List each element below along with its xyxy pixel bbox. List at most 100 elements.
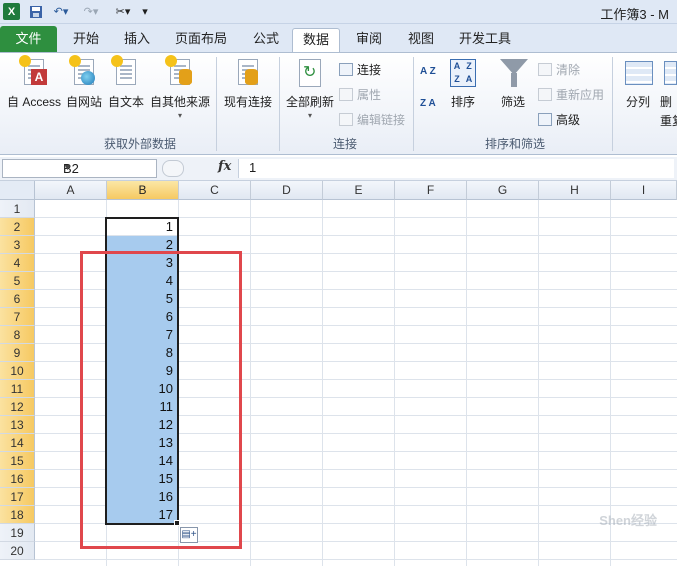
reapply-icon — [538, 88, 552, 101]
existing-connections-label: 现有连接 — [223, 95, 272, 109]
tab-file[interactable]: 文件 — [0, 26, 57, 52]
row-header-15[interactable]: 15 — [0, 452, 35, 470]
row-header-12[interactable]: 12 — [0, 398, 35, 416]
properties-button[interactable]: 属性 — [339, 86, 381, 103]
tab-formulas[interactable]: 公式 — [242, 28, 290, 52]
sort-button[interactable]: A Z Z A 排序 — [446, 57, 480, 110]
row-header-16[interactable]: 16 — [0, 470, 35, 488]
row-header-14[interactable]: 14 — [0, 434, 35, 452]
sort-grid-letter: A — [465, 74, 473, 84]
watermark-text: Shen经验 — [599, 513, 657, 528]
column-header-i[interactable]: I — [611, 181, 677, 200]
filter-funnel-icon — [498, 57, 528, 89]
name-box[interactable]: B2 ▼ — [2, 159, 157, 178]
window-title: 工作簿3 - M — [600, 7, 669, 22]
advanced-filter-button[interactable]: 高级 — [538, 111, 580, 128]
from-web-button[interactable]: 自网站 — [64, 55, 104, 110]
other-sources-icon — [165, 55, 195, 89]
sort-a-to-z-button[interactable]: A Z — [420, 67, 442, 87]
group-label-get-external: 获取外部数据 — [103, 137, 176, 151]
column-header-d[interactable]: D — [251, 181, 323, 200]
group-label-sort-filter: 排序和筛选 — [484, 137, 545, 151]
tab-review[interactable]: 审阅 — [345, 28, 393, 52]
row-header-7[interactable]: 7 — [0, 308, 35, 326]
sort-grid-letter: Z — [466, 61, 472, 71]
row-header-8[interactable]: 8 — [0, 326, 35, 344]
existing-connections-button[interactable]: 现有连接 — [220, 57, 276, 110]
tab-page-layout[interactable]: 页面布局 — [166, 28, 236, 52]
text-to-columns-button[interactable]: 分列 — [618, 57, 658, 110]
qat-customize-icon[interactable]: ▾ — [140, 3, 150, 20]
tab-developer[interactable]: 开发工具 — [452, 28, 518, 52]
row-header-17[interactable]: 17 — [0, 488, 35, 506]
refresh-all-button[interactable]: 全部刷新 ▾ — [283, 57, 337, 120]
from-web-label: 自网站 — [65, 95, 102, 109]
sort-grid-letter: Z — [454, 74, 460, 84]
row-header-13[interactable]: 13 — [0, 416, 35, 434]
sort-z-to-a-button[interactable]: Z A — [420, 99, 442, 119]
row-header-1[interactable]: 1 — [0, 200, 35, 218]
row-header-10[interactable]: 10 — [0, 362, 35, 380]
sort-z-to-a-icon: Z A — [420, 98, 436, 109]
edit-links-icon — [339, 113, 353, 126]
remove-duplicates-label-2: 重复 — [660, 114, 677, 128]
from-other-sources-button[interactable]: 自其他来源 ▾ — [148, 55, 212, 120]
remove-duplicates-button[interactable]: 删 重复 — [660, 57, 677, 129]
edit-links-label: 编辑链接 — [357, 113, 406, 127]
row-header-3[interactable]: 3 — [0, 236, 35, 254]
tab-insert[interactable]: 插入 — [113, 28, 161, 52]
from-access-label: 自 Access — [6, 95, 61, 109]
column-header-e[interactable]: E — [323, 181, 395, 200]
tab-home[interactable]: 开始 — [62, 28, 110, 52]
group-divider — [413, 57, 414, 151]
row-header-11[interactable]: 11 — [0, 380, 35, 398]
group-label-connections: 连接 — [332, 137, 357, 151]
row-header-19[interactable]: 19 — [0, 524, 35, 542]
annotation-box — [80, 251, 242, 549]
formula-bar-resize-handle[interactable] — [162, 160, 184, 177]
save-icon[interactable] — [28, 3, 43, 20]
existing-connections-icon — [233, 57, 263, 89]
row-header-18[interactable]: 18 — [0, 506, 35, 524]
row-header-2[interactable]: 2 — [0, 218, 35, 236]
group-divider — [279, 57, 280, 151]
reapply-label: 重新应用 — [556, 88, 605, 102]
filter-button[interactable]: 筛选 — [496, 57, 530, 110]
column-header-g[interactable]: G — [467, 181, 539, 200]
name-box-dropdown-icon[interactable]: ▼ — [63, 162, 153, 172]
reapply-button[interactable]: 重新应用 — [538, 86, 604, 103]
formula-input[interactable]: 1 — [238, 159, 674, 178]
row-header-6[interactable]: 6 — [0, 290, 35, 308]
redo-icon[interactable]: ↷▾ — [80, 3, 102, 20]
row-header-9[interactable]: 9 — [0, 344, 35, 362]
tab-data[interactable]: 数据 — [292, 28, 340, 52]
insert-function-icon[interactable]: fx — [218, 159, 231, 174]
refresh-icon — [295, 57, 325, 89]
clear-filter-button[interactable]: 清除 — [538, 61, 580, 78]
excel-logo-icon[interactable]: X — [3, 3, 20, 20]
row-header-20[interactable]: 20 — [0, 542, 35, 560]
advanced-label: 高级 — [556, 113, 581, 127]
connections-button[interactable]: 连接 — [339, 61, 381, 78]
tab-view[interactable]: 视图 — [397, 28, 445, 52]
clear-label: 清除 — [556, 63, 581, 77]
undo-icon[interactable]: ↶▾ — [50, 3, 72, 20]
column-header-c[interactable]: C — [179, 181, 251, 200]
column-header-h[interactable]: H — [539, 181, 611, 200]
title-bar: X ↶▾ ↷▾ ✂▾ ▾ 工作簿3 - M — [0, 0, 677, 24]
group-divider — [612, 57, 613, 151]
select-all-corner[interactable] — [0, 181, 35, 200]
column-header-b[interactable]: B — [107, 181, 179, 200]
from-access-button[interactable]: A 自 Access — [5, 55, 63, 110]
tools-icon[interactable]: ✂▾ — [112, 3, 134, 20]
clear-filter-icon — [538, 63, 552, 76]
from-text-button[interactable]: 自文本 — [106, 55, 146, 110]
edit-links-button[interactable]: 编辑链接 — [339, 111, 405, 128]
formula-bar: B2 ▼ fx 1 — [0, 157, 677, 181]
column-header-a[interactable]: A — [35, 181, 107, 200]
row-header-5[interactable]: 5 — [0, 272, 35, 290]
ribbon-data: A 自 Access 自网站 自文本 自其他来源 ▾ 现有连接 获取外部数据 全… — [0, 52, 677, 155]
row-header-4[interactable]: 4 — [0, 254, 35, 272]
filter-label: 筛选 — [500, 95, 525, 109]
column-header-f[interactable]: F — [395, 181, 467, 200]
